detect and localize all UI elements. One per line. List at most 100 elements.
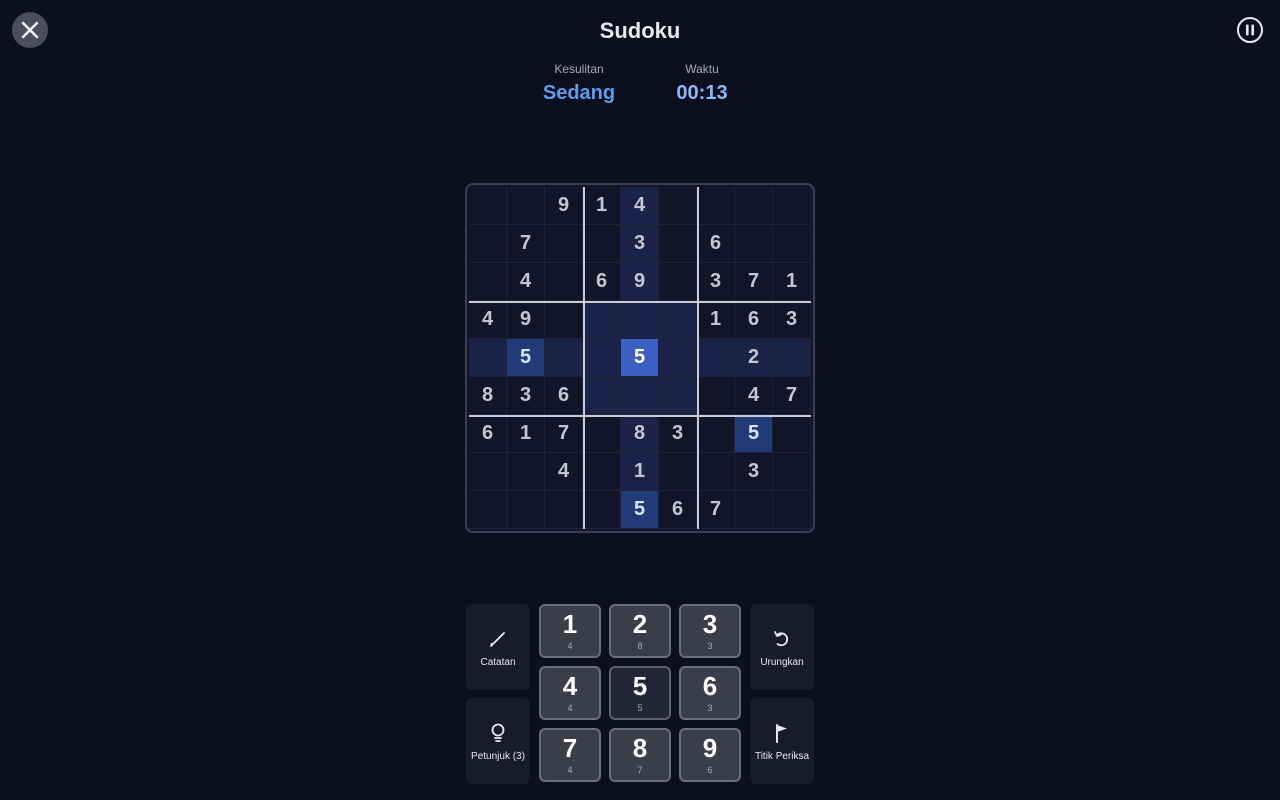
sudoku-cell[interactable] [507,187,545,225]
timer-value: 00:13 [676,82,728,104]
keypad-number-1[interactable]: 14 [539,604,601,658]
sudoku-cell[interactable] [583,491,621,529]
hint-button[interactable]: Petunjuk (3) [466,698,530,784]
sudoku-cell[interactable]: 3 [697,263,735,301]
sudoku-cell[interactable]: 2 [735,339,773,377]
sudoku-cell[interactable] [697,187,735,225]
sudoku-cell[interactable] [583,377,621,415]
sudoku-cell[interactable]: 6 [469,415,507,453]
sudoku-cell[interactable]: 5 [507,339,545,377]
sudoku-cell[interactable]: 1 [507,415,545,453]
keypad-number-9[interactable]: 96 [679,728,741,782]
sudoku-cell[interactable]: 1 [697,301,735,339]
sudoku-cell[interactable]: 7 [697,491,735,529]
undo-button[interactable]: Urungkan [750,604,814,690]
sudoku-cell[interactable] [469,453,507,491]
sudoku-cell[interactable]: 6 [659,491,697,529]
sudoku-cell[interactable]: 5 [735,415,773,453]
keypad-number-7[interactable]: 74 [539,728,601,782]
sudoku-cell[interactable]: 9 [621,263,659,301]
sudoku-cell[interactable] [659,339,697,377]
sudoku-cell[interactable]: 5 [621,339,659,377]
sudoku-cell[interactable] [773,187,811,225]
sudoku-cell[interactable]: 6 [735,301,773,339]
keypad-number-8[interactable]: 87 [609,728,671,782]
sudoku-cell[interactable] [697,415,735,453]
keypad-number-4[interactable]: 44 [539,666,601,720]
checkpoint-button[interactable]: Titik Periksa [750,698,814,784]
sudoku-cell[interactable]: 1 [621,453,659,491]
sudoku-cell[interactable]: 9 [507,301,545,339]
sudoku-cell[interactable] [659,453,697,491]
sudoku-cell[interactable]: 3 [659,415,697,453]
keypad-remaining-count: 8 [637,641,643,651]
sudoku-cell[interactable]: 4 [621,187,659,225]
sudoku-cell[interactable]: 4 [735,377,773,415]
sudoku-cell[interactable] [545,491,583,529]
sudoku-cell[interactable]: 8 [469,377,507,415]
difficulty-value: Sedang [542,82,616,104]
keypad-number-2[interactable]: 28 [609,604,671,658]
sudoku-cell[interactable]: 6 [697,225,735,263]
sudoku-cell[interactable] [697,453,735,491]
sudoku-cell[interactable]: 7 [545,415,583,453]
difficulty-info: Kesulitan Sedang [509,62,649,105]
sudoku-cell[interactable]: 6 [545,377,583,415]
sudoku-cell[interactable] [697,339,735,377]
sudoku-cell[interactable]: 1 [773,263,811,301]
sudoku-cell[interactable] [659,187,697,225]
sudoku-cell[interactable]: 3 [735,453,773,491]
sudoku-cell[interactable] [469,491,507,529]
keypad-number-5[interactable]: 55 [609,666,671,720]
notes-button[interactable]: Catatan [466,604,530,690]
sudoku-cell[interactable] [583,339,621,377]
sudoku-cell[interactable]: 4 [545,453,583,491]
sudoku-cell[interactable] [545,225,583,263]
sudoku-cell[interactable] [773,225,811,263]
sudoku-cell[interactable] [697,377,735,415]
keypad-digit: 9 [702,733,718,763]
sudoku-cell[interactable] [659,377,697,415]
sudoku-cell[interactable] [583,301,621,339]
sudoku-cell[interactable] [469,339,507,377]
pause-button[interactable] [1236,16,1264,44]
sudoku-cell[interactable] [545,339,583,377]
sudoku-cell[interactable] [659,301,697,339]
sudoku-cell[interactable] [583,225,621,263]
sudoku-cell[interactable]: 9 [545,187,583,225]
sudoku-cell[interactable] [659,263,697,301]
sudoku-cell[interactable]: 4 [469,301,507,339]
sudoku-cell[interactable] [469,187,507,225]
sudoku-cell[interactable] [773,453,811,491]
sudoku-cell[interactable] [735,491,773,529]
sudoku-cell[interactable]: 7 [773,377,811,415]
sudoku-cell[interactable] [469,225,507,263]
sudoku-cell[interactable] [507,453,545,491]
sudoku-cell[interactable] [621,377,659,415]
sudoku-cell[interactable]: 7 [507,225,545,263]
sudoku-cell[interactable] [735,225,773,263]
sudoku-cell[interactable] [773,339,811,377]
sudoku-cell[interactable]: 6 [583,263,621,301]
sudoku-cell[interactable] [735,187,773,225]
keypad-number-3[interactable]: 33 [679,604,741,658]
sudoku-cell[interactable] [659,225,697,263]
keypad-number-6[interactable]: 63 [679,666,741,720]
sudoku-cell[interactable] [583,415,621,453]
sudoku-cell[interactable] [469,263,507,301]
sudoku-cell[interactable] [583,453,621,491]
sudoku-cell[interactable]: 7 [735,263,773,301]
sudoku-cell[interactable] [621,301,659,339]
sudoku-cell[interactable] [773,415,811,453]
sudoku-cell[interactable] [545,301,583,339]
sudoku-cell[interactable] [773,491,811,529]
sudoku-cell[interactable]: 3 [773,301,811,339]
sudoku-cell[interactable]: 8 [621,415,659,453]
sudoku-cell[interactable]: 3 [507,377,545,415]
sudoku-cell[interactable]: 3 [621,225,659,263]
sudoku-cell[interactable] [545,263,583,301]
sudoku-cell[interactable]: 4 [507,263,545,301]
sudoku-cell[interactable] [507,491,545,529]
sudoku-cell[interactable]: 1 [583,187,621,225]
sudoku-cell[interactable]: 5 [621,491,659,529]
